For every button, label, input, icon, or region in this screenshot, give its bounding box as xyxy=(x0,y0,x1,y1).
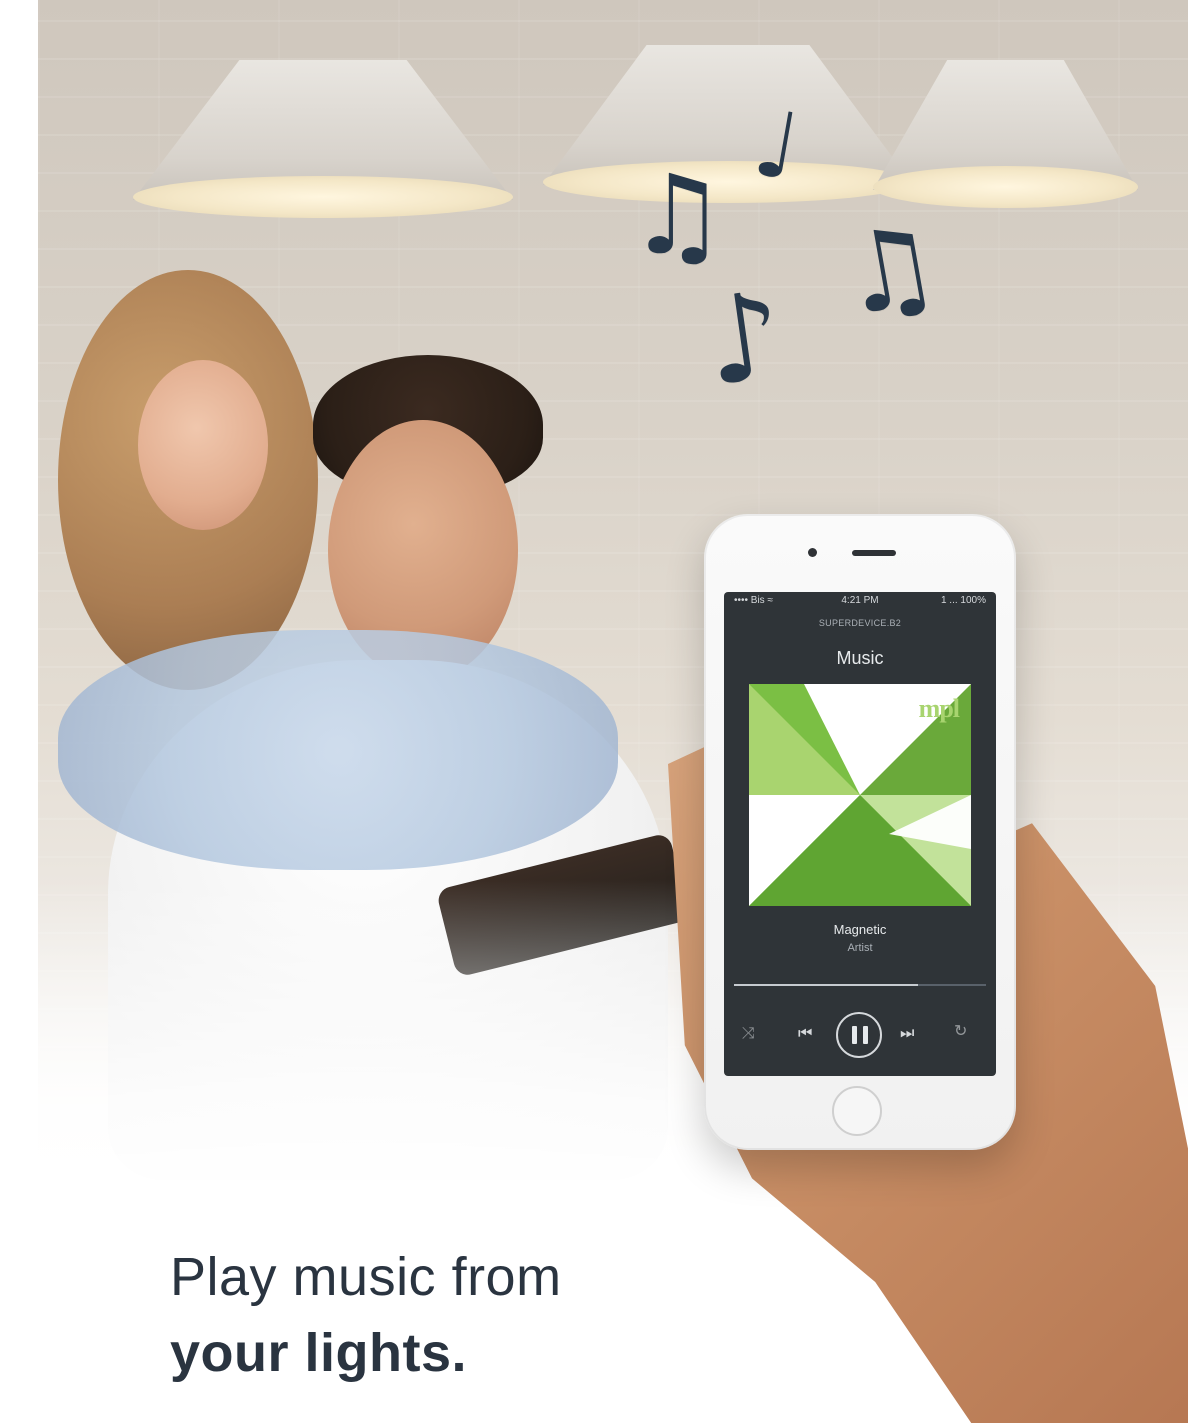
advertisement-canvas: ♫ ♩ ♫ ♪ •••• Bis ≈ 4:21 PM 1 ... 100% SU… xyxy=(0,0,1188,1423)
status-carrier: •••• Bis ≈ xyxy=(734,595,773,606)
woman-sleeves xyxy=(58,630,618,870)
headline: Play music from your lights. xyxy=(170,1246,562,1384)
status-bar: •••• Bis ≈ 4:21 PM 1 ... 100% xyxy=(724,592,996,610)
pendant-lamp xyxy=(133,60,513,218)
headline-line-1: Play music from xyxy=(170,1247,562,1307)
repeat-icon[interactable]: ↻ xyxy=(954,1024,967,1040)
music-note-icon: ♫ xyxy=(628,151,727,279)
next-icon[interactable]: ⏭ xyxy=(900,1026,914,1042)
pause-icon[interactable] xyxy=(836,1012,882,1058)
pendant-lamp xyxy=(873,60,1138,208)
music-app-screen: •••• Bis ≈ 4:21 PM 1 ... 100% SUPERDEVIC… xyxy=(724,592,996,1076)
home-button[interactable] xyxy=(832,1086,882,1136)
track-artist: Artist xyxy=(847,942,873,954)
track-title: Magnetic xyxy=(833,922,887,937)
headline-line-2: your lights. xyxy=(170,1323,468,1383)
smartphone: •••• Bis ≈ 4:21 PM 1 ... 100% SUPERDEVIC… xyxy=(704,514,1016,1150)
album-art: mpl xyxy=(749,684,971,906)
screen-title: Music xyxy=(836,648,884,668)
woman-face xyxy=(138,360,268,530)
pendant-lamp xyxy=(543,45,913,203)
progress-bar[interactable] xyxy=(734,984,986,986)
previous-icon[interactable]: ⏮ xyxy=(798,1026,812,1042)
music-note-icon: ♪ xyxy=(696,265,792,414)
progress-fill xyxy=(734,984,918,986)
front-camera xyxy=(808,548,817,557)
playback-controls: ⤨ ⏮ ⏭ ↻ xyxy=(724,1010,996,1060)
device-name: SUPERDEVICE.B2 xyxy=(818,618,902,628)
earpiece-speaker xyxy=(852,550,896,556)
album-logo: mpl xyxy=(918,694,960,723)
status-battery: 1 ... 100% xyxy=(940,595,986,606)
status-time: 4:21 PM xyxy=(841,595,879,606)
music-note-icon: ♫ xyxy=(829,198,949,342)
shuffle-icon[interactable]: ⤨ xyxy=(742,1026,755,1042)
